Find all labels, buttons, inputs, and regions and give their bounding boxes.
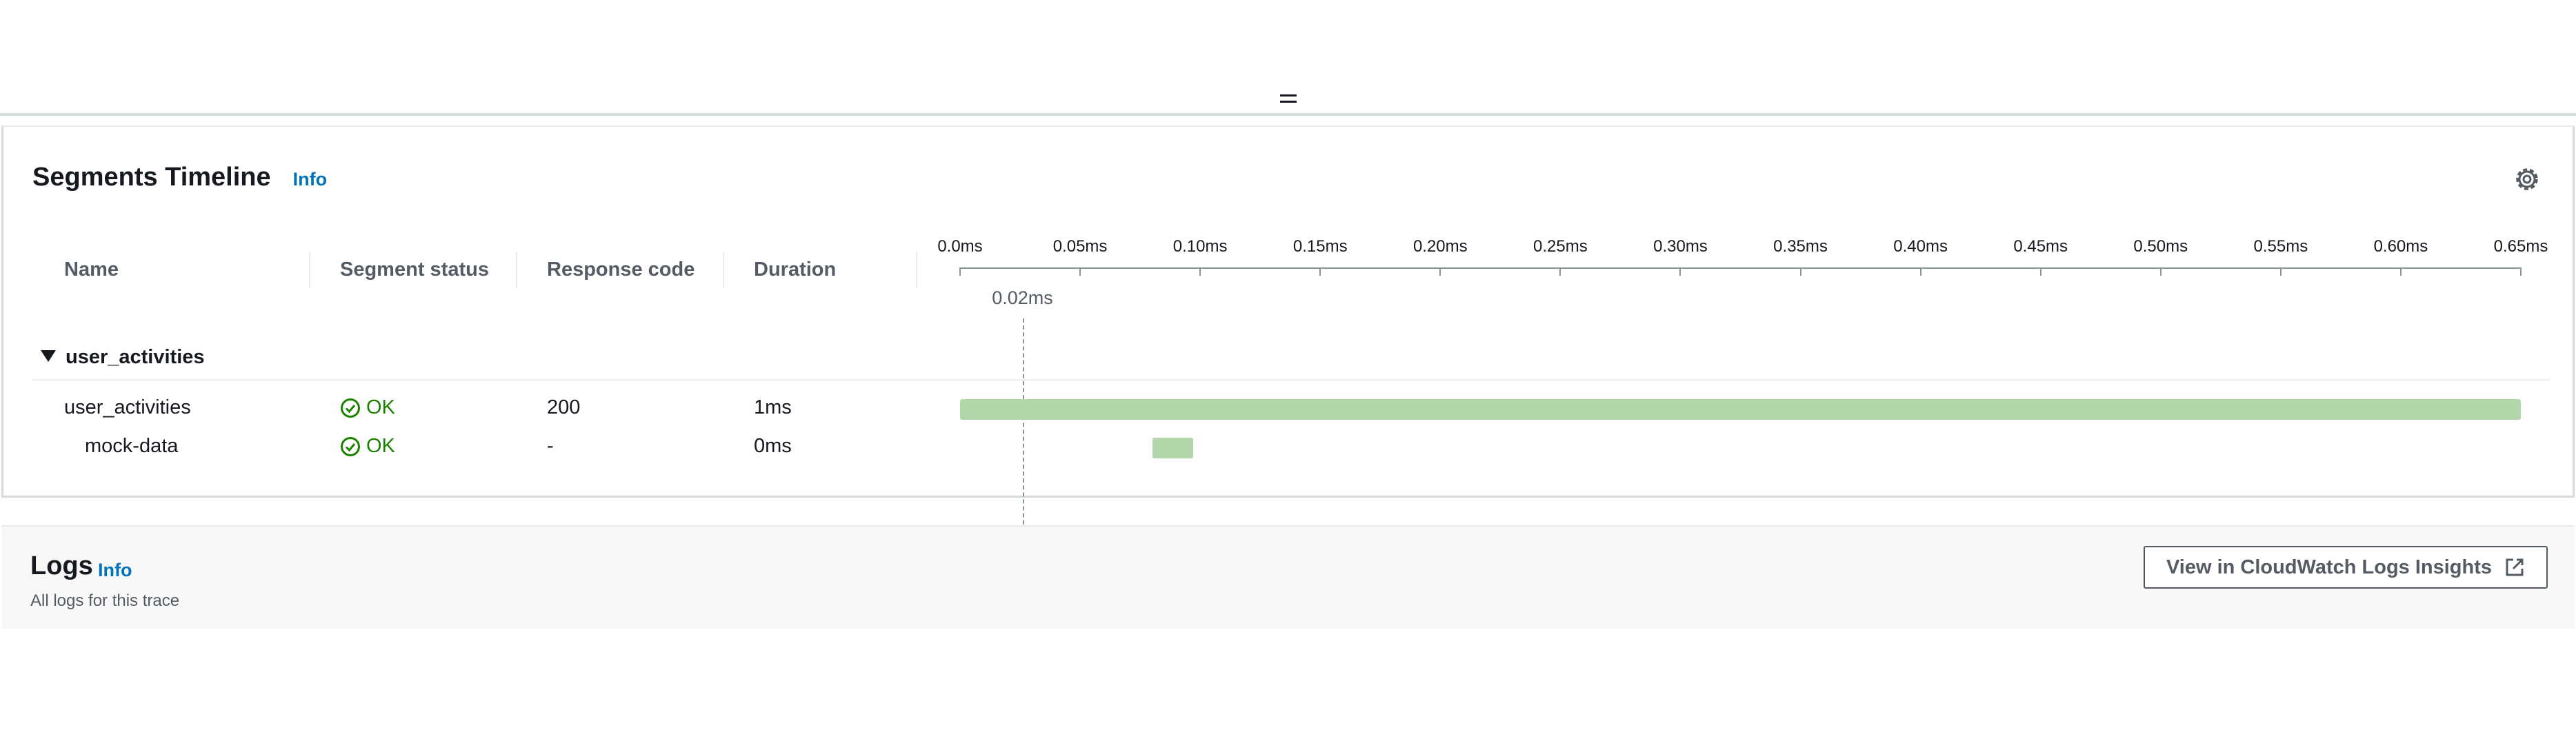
axis-tick-label: 0.65ms: [2493, 237, 2548, 256]
response-code: 200: [547, 396, 581, 418]
drag-handle-icon[interactable]: [1280, 92, 1297, 105]
logs-title: Logs: [30, 551, 93, 580]
view-in-cloudwatch-button[interactable]: View in CloudWatch Logs Insights: [2144, 546, 2548, 589]
split-divider: [0, 113, 2576, 116]
axis-tick-label: 0.40ms: [1893, 237, 1948, 256]
column-header-segment-status[interactable]: Segment status: [340, 244, 489, 295]
caret-down-icon[interactable]: [41, 350, 56, 362]
axis-tick: [959, 267, 961, 276]
axis-tick-label: 0.10ms: [1172, 237, 1228, 256]
response-code: -: [547, 435, 554, 457]
axis-tick: [1679, 267, 1681, 276]
column-divider: [723, 252, 724, 288]
logs-subtitle: All logs for this trace: [30, 591, 180, 610]
axis-tick-label: 0.25ms: [1533, 237, 1588, 256]
timeline-info-link[interactable]: Info: [293, 169, 327, 190]
external-link-icon: [2506, 558, 2524, 576]
table-row[interactable]: mock-data OK - 0ms: [3, 428, 2573, 467]
split-panel-resize-handle[interactable]: [0, 0, 2576, 116]
segment-name[interactable]: mock-data: [85, 435, 178, 458]
axis-tick-label: 0.60ms: [2373, 237, 2428, 256]
axis-tick: [2039, 267, 2041, 276]
axis-tick-label: 0.20ms: [1412, 237, 1468, 256]
panel-title: Segments Timeline: [32, 163, 271, 192]
check-circle-icon: [341, 398, 360, 418]
axis-tick-label: 0.45ms: [2013, 237, 2068, 256]
cursor-time-label: 0.02ms: [992, 287, 1053, 308]
axis-tick: [1439, 267, 1441, 276]
status-badge: OK: [340, 396, 395, 419]
axis-tick: [1799, 267, 1801, 276]
status-text: OK: [366, 396, 395, 418]
axis-tick-label: 0.50ms: [2133, 237, 2188, 256]
table-row[interactable]: user_activities OK 200 1ms: [3, 389, 2573, 428]
axis-tick-label: 0.35ms: [1773, 237, 1828, 256]
segment-name[interactable]: user_activities: [64, 396, 191, 419]
axis-baseline: [960, 267, 2521, 269]
axis-tick-label: 0.55ms: [2253, 237, 2308, 256]
column-header-name[interactable]: Name: [64, 244, 119, 295]
column-header-response-code[interactable]: Response code: [547, 244, 695, 295]
gear-icon[interactable]: [2513, 165, 2541, 193]
column-divider: [309, 252, 310, 288]
panel-header: Segments Timeline Info: [32, 163, 327, 197]
logs-info-link[interactable]: Info: [98, 560, 132, 581]
group-row[interactable]: user_activities: [32, 341, 2550, 380]
segment-bar[interactable]: [960, 399, 2521, 420]
check-circle-icon: [341, 436, 360, 456]
duration: 1ms: [754, 396, 792, 418]
status-text: OK: [366, 435, 395, 457]
axis-tick: [2520, 267, 2522, 276]
column-divider: [516, 252, 517, 288]
group-name: user_activities: [66, 346, 205, 368]
logs-panel: Logs Info All logs for this trace View i…: [1, 525, 2575, 629]
axis-tick: [1079, 267, 1081, 276]
axis-tick-label: 0.30ms: [1653, 237, 1708, 256]
table-header: Name Segment status Response code Durati…: [3, 244, 917, 295]
axis-tick: [2279, 267, 2282, 276]
axis-tick: [2399, 267, 2402, 276]
status-badge: OK: [340, 435, 395, 458]
axis-tick: [1199, 267, 1201, 276]
axis-tick: [1319, 267, 1321, 276]
segments-timeline-panel: Segments Timeline Info Name Segment stat…: [1, 125, 2575, 622]
duration: 0ms: [754, 435, 792, 457]
axis-tick-label: 0.0ms: [937, 237, 983, 256]
axis-tick: [2159, 267, 2161, 276]
segment-bar[interactable]: [1152, 438, 1193, 458]
axis-tick-label: 0.05ms: [1052, 237, 1108, 256]
column-header-duration[interactable]: Duration: [754, 244, 836, 295]
axis-tick-label: 0.15ms: [1292, 237, 1348, 256]
axis-tick: [1559, 267, 1561, 276]
axis-tick: [1919, 267, 1921, 276]
timeline-axis: 0.0ms 0.05ms 0.10ms 0.15ms 0.20ms 0.25ms 0.30m…: [917, 237, 2559, 306]
cloudwatch-button-label: View in CloudWatch Logs Insights: [2166, 556, 2493, 578]
